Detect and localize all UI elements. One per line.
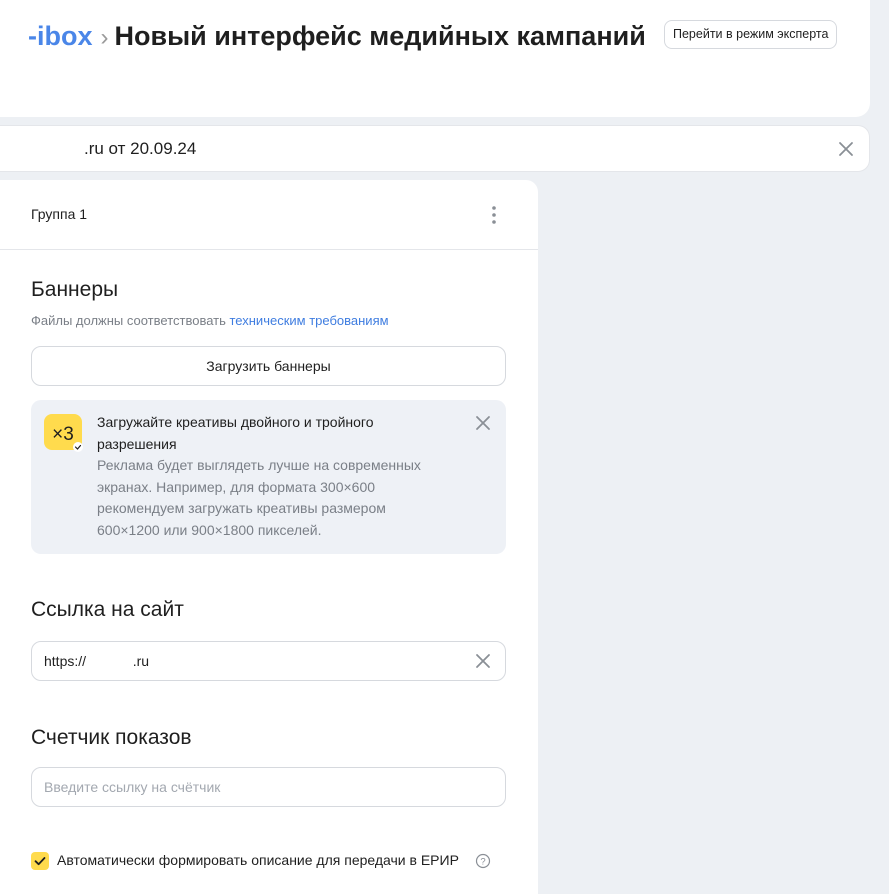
close-icon[interactable] (835, 138, 857, 160)
banners-title: Баннеры (31, 278, 119, 301)
question-circle-icon[interactable]: ? (475, 853, 491, 869)
group-header: Группа 1 (0, 180, 538, 250)
breadcrumb-separator: › (100, 24, 109, 51)
site-link-input[interactable] (44, 642, 464, 680)
notice-text: Реклама будет выглядеть лучше на совреме… (97, 457, 421, 538)
counter-title: Счетчик показов (31, 726, 192, 749)
requirements-link[interactable]: техническим требованиям (230, 313, 389, 328)
breadcrumb-link[interactable]: -ibox (28, 21, 93, 51)
site-link-title: Ссылка на сайт (31, 598, 184, 621)
erir-checkbox-label[interactable]: Автоматически формировать описание для п… (57, 852, 459, 868)
upload-banners-button[interactable]: Загрузить баннеры (31, 346, 506, 386)
erir-checkbox[interactable] (31, 852, 49, 870)
banners-hint: Файлы должны соответствовать техническим… (31, 313, 389, 328)
page-title: -ibox › Новый интерфейс медийных кампаний (28, 18, 668, 56)
banners-hint-text: Файлы должны соответствовать (31, 313, 230, 328)
campaign-bar: .ru от 20.09.24 (0, 125, 870, 172)
counter-input[interactable] (44, 768, 464, 806)
checkmark-icon (34, 857, 46, 866)
svg-text:?: ? (480, 857, 485, 868)
expert-mode-button[interactable]: Перейти в режим эксперта (664, 20, 838, 49)
group-title: Группа 1 (31, 206, 88, 222)
resolution-notice: ×3 Загружайте креативы двойного и тройно… (31, 400, 506, 554)
page-title-text: Новый интерфейс медийных кампаний (114, 21, 646, 51)
site-link-field (31, 641, 506, 681)
resolution-x3-icon: ×3 (43, 413, 85, 453)
ad-group-card: Группа 1 Баннеры Файлы должны соответств… (0, 180, 538, 894)
close-icon[interactable] (473, 651, 493, 671)
close-icon[interactable] (473, 413, 493, 433)
more-vertical-icon[interactable] (484, 204, 504, 226)
counter-field (31, 767, 506, 807)
badge-text: ×3 (52, 424, 74, 445)
page-header: -ibox › Новый интерфейс медийных кампаний … (0, 0, 870, 117)
campaign-name: .ru от 20.09.24 (84, 139, 197, 158)
notice-title: Загружайте креативы двойного и тройного … (97, 414, 374, 452)
